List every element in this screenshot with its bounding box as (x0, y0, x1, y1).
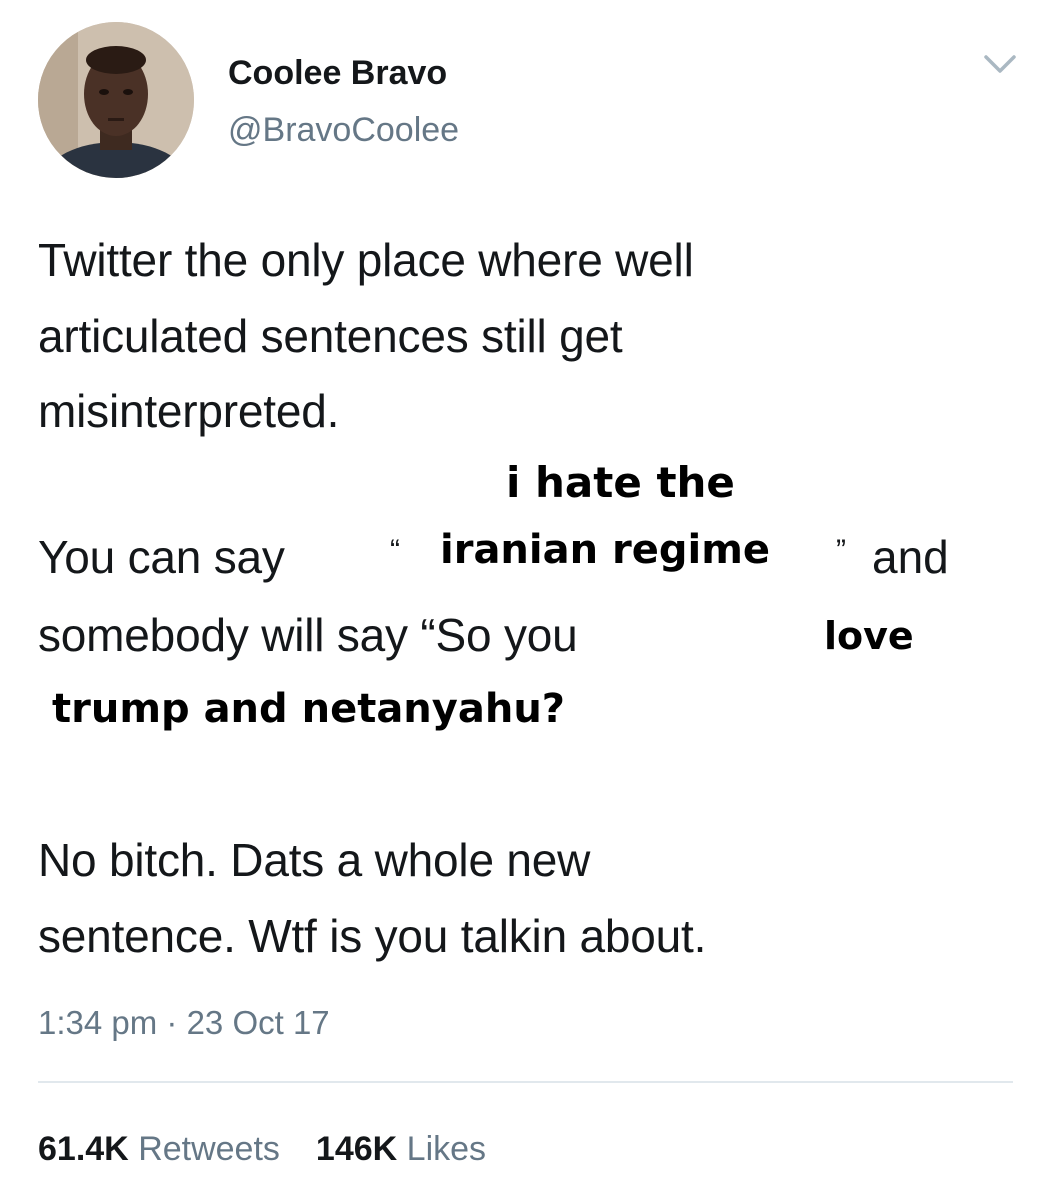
tweet-text-line: You can say (38, 531, 285, 583)
overlay-caption: love (824, 614, 914, 658)
tweet-text-line: sentence. Wtf is you talkin about. (38, 910, 707, 962)
retweets-label: Retweets (138, 1130, 280, 1168)
overlay-caption: trump and netanyahu? (52, 686, 566, 732)
quote-mark: ” (836, 534, 846, 567)
overlay-caption: i hate the (506, 458, 735, 507)
engagement-stats: 61.4K Retweets 146K Likes (38, 1130, 522, 1169)
likes-count: 146K (315, 1130, 398, 1168)
chevron-down-icon[interactable] (982, 52, 1018, 76)
avatar[interactable] (38, 22, 194, 178)
user-handle[interactable]: @BravoCoolee (228, 111, 459, 150)
likes-stat[interactable]: 146K Likes (316, 1130, 486, 1168)
overlay-caption: iranian regime (440, 527, 771, 573)
likes-label: Likes (406, 1130, 487, 1168)
tweet-card: Coolee Bravo @BravoCoolee Twitter the on… (0, 0, 1049, 1200)
tweet-text-line: somebody will say “So you (38, 609, 578, 661)
tweet-text-line: No bitch. Dats a whole new (38, 834, 591, 886)
quote-mark: “ (390, 534, 400, 567)
tweet-timestamp[interactable]: 1:34 pm · 23 Oct 17 (38, 1004, 330, 1042)
tweet-text-line: misinterpreted. (38, 385, 340, 437)
display-name[interactable]: Coolee Bravo (228, 54, 447, 93)
tweet-text-line: Twitter the only place where well (38, 234, 694, 286)
profile-photo-icon (38, 22, 194, 178)
tweet-text-line: articulated sentences still get (38, 310, 623, 362)
divider (38, 1081, 1013, 1083)
retweets-stat[interactable]: 61.4K Retweets (38, 1130, 280, 1168)
retweets-count: 61.4K (38, 1130, 129, 1168)
tweet-text-word: and (872, 531, 949, 583)
